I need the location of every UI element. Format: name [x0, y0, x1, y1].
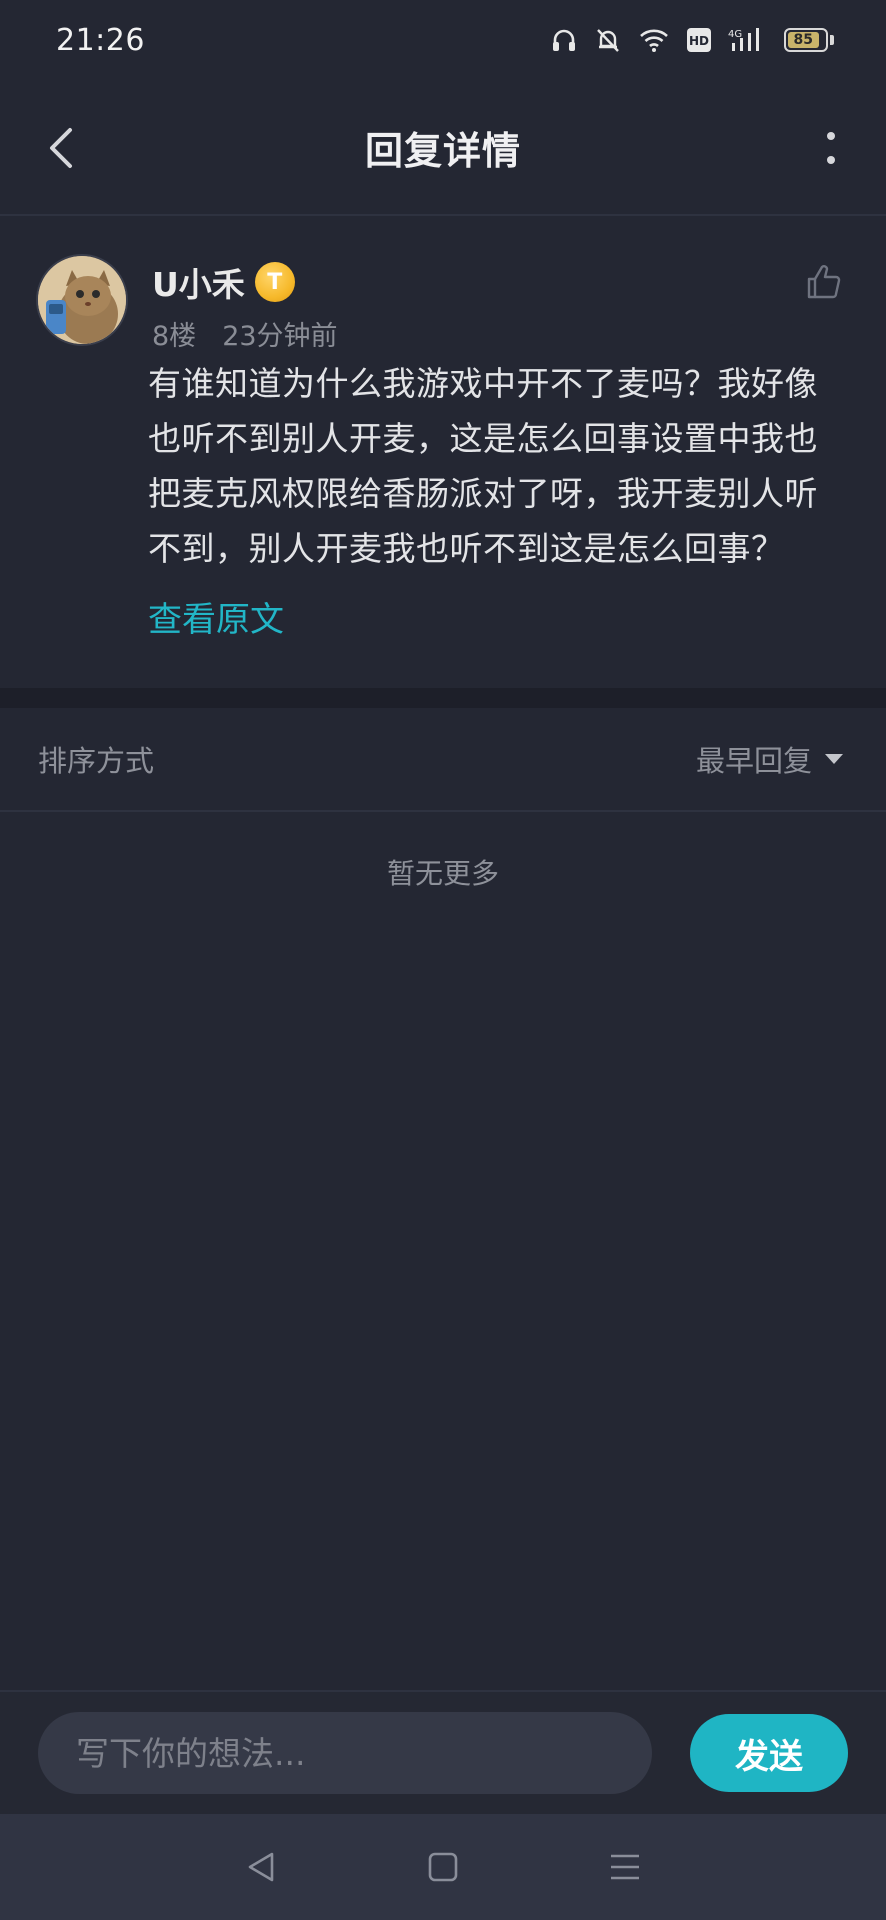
page-title: 回复详情 [364, 128, 521, 173]
thumbs-up-icon [807, 265, 841, 299]
chevron-left-icon [50, 128, 72, 168]
wifi-icon [638, 26, 670, 54]
svg-text:HD: HD [689, 34, 709, 48]
signal-4g-icon: 4G [728, 26, 768, 54]
sort-label: 排序方式 [38, 744, 155, 778]
headphones-icon [550, 26, 578, 54]
sort-selected-value: 最早回复 [695, 744, 812, 778]
avatar[interactable] [36, 254, 128, 346]
hamburger-menu-icon [611, 1854, 639, 1880]
empty-replies-text: 暂无更多 [386, 857, 499, 890]
floor-number: 8楼 [152, 321, 197, 352]
cat-avatar-image [38, 256, 126, 344]
post-time: 23分钟前 [222, 321, 338, 352]
username-row: U小禾 T [152, 258, 295, 306]
system-nav-bar [0, 1814, 886, 1920]
view-original-link[interactable]: 查看原文 [148, 592, 284, 641]
status-icons: HD 4G 85 [550, 26, 834, 54]
nav-home-button[interactable] [413, 1837, 473, 1897]
battery-icon: 85 [784, 28, 834, 52]
triangle-back-icon [248, 1852, 274, 1882]
comment-input[interactable] [38, 1712, 652, 1794]
post-meta: 8楼 23分钟前 [152, 314, 338, 353]
square-home-icon [428, 1852, 458, 1882]
reply-post: U小禾 T 8楼 23分钟前 有谁知道为什么我游戏中开不了麦吗？我好像也听不到别… [0, 218, 886, 688]
more-button[interactable] [806, 120, 856, 176]
username[interactable]: U小禾 [152, 258, 245, 306]
status-time: 21:26 [56, 22, 145, 58]
vertical-ellipsis-icon [827, 132, 835, 164]
sort-row: 排序方式 最早回复 [0, 708, 886, 812]
hd-icon: HD [686, 27, 712, 53]
comment-composer: 发送 [0, 1690, 886, 1814]
send-button[interactable]: 发送 [690, 1714, 848, 1792]
caret-down-icon [825, 754, 843, 764]
like-button[interactable] [800, 258, 848, 306]
status-bar: 21:26 HD 4G 85 [0, 0, 886, 80]
section-divider [0, 688, 886, 708]
nav-menu-button[interactable] [595, 1837, 655, 1897]
sort-dropdown[interactable]: 最早回复 [696, 738, 844, 780]
top-bar: 回复详情 [0, 80, 886, 216]
battery-level: 85 [793, 32, 814, 48]
level-badge-icon: T [254, 262, 295, 302]
back-button[interactable] [36, 120, 86, 176]
post-content: 有谁知道为什么我游戏中开不了麦吗？我好像也听不到别人开麦，这是怎么回事设置中我也… [148, 364, 818, 568]
nav-back-button[interactable] [231, 1837, 291, 1897]
bell-muted-icon [594, 26, 622, 54]
